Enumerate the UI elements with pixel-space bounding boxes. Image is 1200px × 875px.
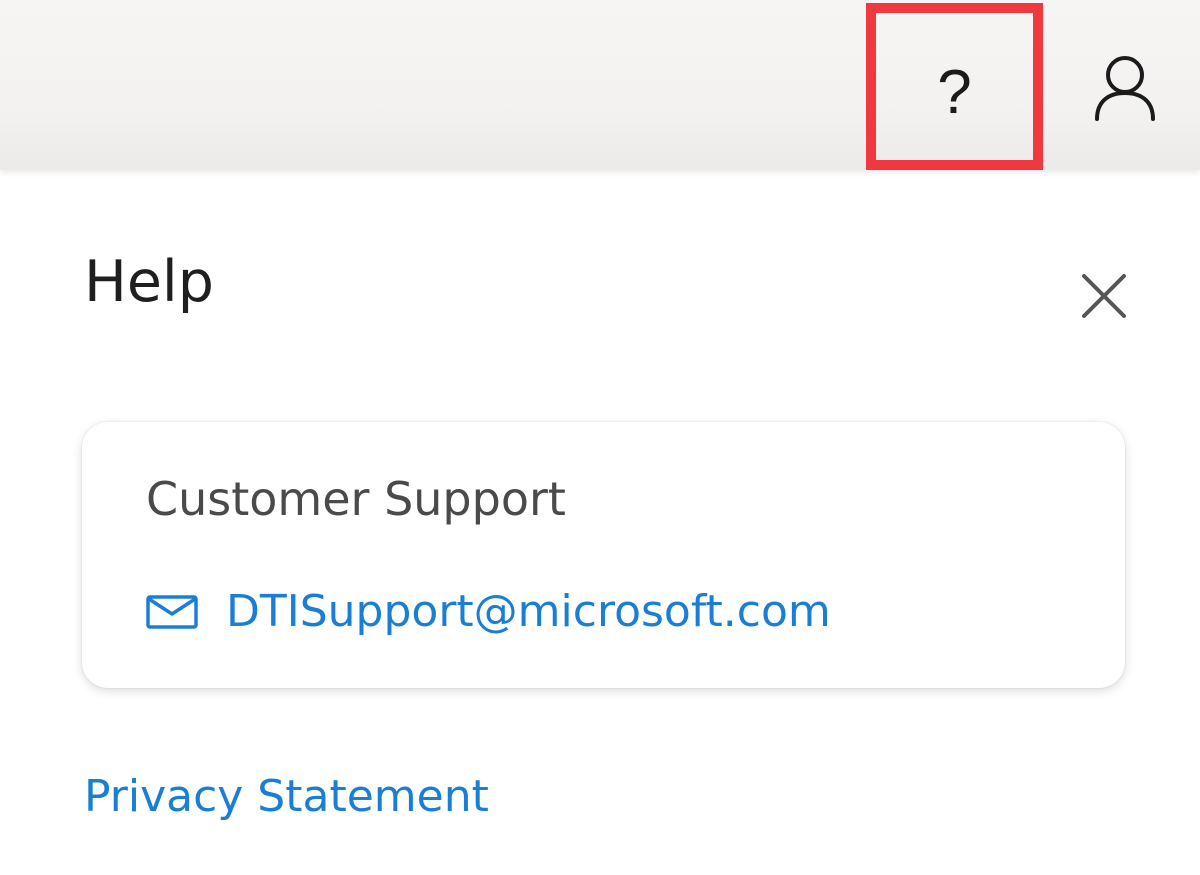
close-button[interactable] bbox=[1074, 266, 1134, 326]
person-icon bbox=[1095, 56, 1155, 121]
close-icon bbox=[1082, 274, 1126, 318]
help-panel-title: Help bbox=[84, 249, 214, 315]
question-mark-icon: ? bbox=[937, 57, 972, 127]
top-header-bar: ? bbox=[0, 0, 1200, 170]
mail-icon bbox=[146, 594, 198, 630]
support-email-link[interactable]: DTISupport@microsoft.com bbox=[226, 590, 831, 634]
privacy-statement-link[interactable]: Privacy Statement bbox=[84, 775, 489, 819]
customer-support-card: Customer Support DTISupport@microsoft.co… bbox=[82, 422, 1125, 688]
help-button[interactable]: ? bbox=[866, 3, 1043, 170]
account-button[interactable] bbox=[1086, 48, 1164, 126]
customer-support-title: Customer Support bbox=[146, 472, 566, 526]
help-panel: Help Customer Support DTISupport@microso… bbox=[0, 170, 1200, 875]
support-email-row[interactable]: DTISupport@microsoft.com bbox=[146, 590, 831, 634]
